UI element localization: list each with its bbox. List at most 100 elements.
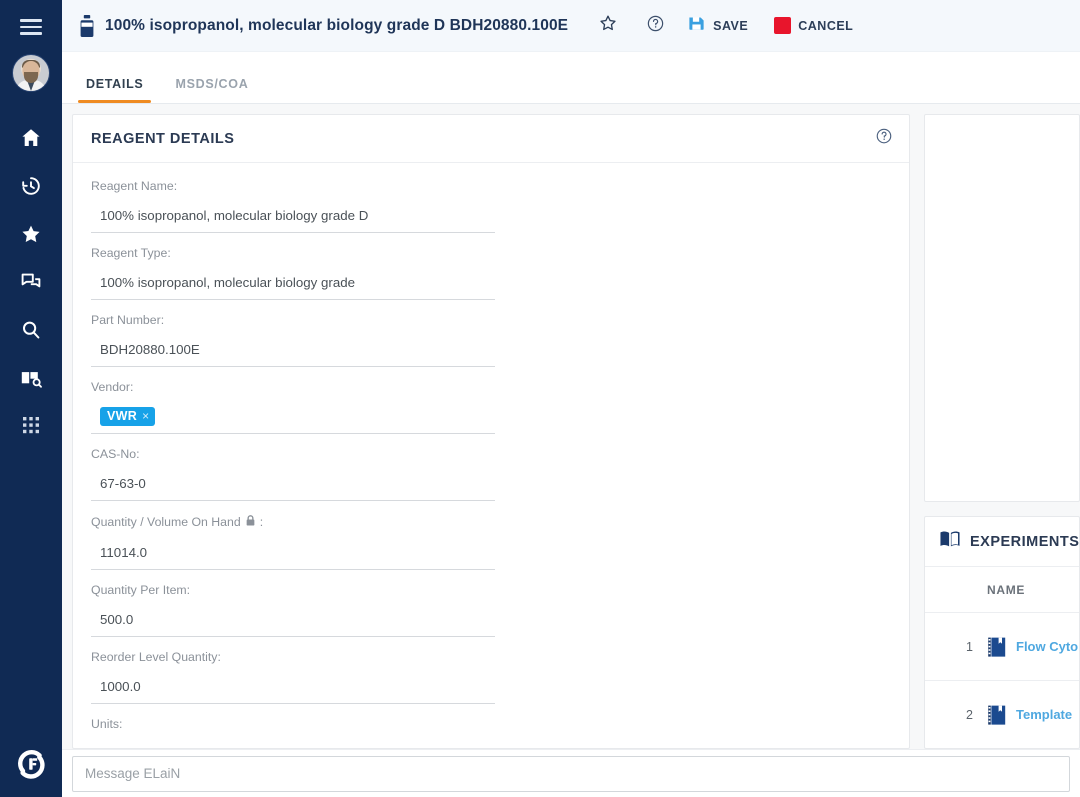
favorite-star-button[interactable] [598,13,618,38]
field-reorder-level: Reorder Level Quantity: 1000.0 [91,650,495,704]
field-label: Part Number: [91,313,495,327]
field-label: Reagent Name: [91,179,495,193]
app-logo[interactable] [8,743,54,789]
sidebar-item-search[interactable] [8,306,54,354]
experiments-table: NAME 1 [925,567,1079,749]
message-input[interactable] [72,756,1070,792]
notebook-icon [987,636,1007,658]
field-part-number: Part Number: BDH20880.100E [91,313,495,367]
reagent-details-title: REAGENT DETAILS [91,131,234,147]
menu-bar-3 [20,32,42,35]
content-area: REAGENT DETAILS Reagent Name: [62,104,1080,749]
field-quantity-per-item: Quantity Per Item: 500.0 [91,583,495,637]
field-vendor: Vendor: VWR × [91,380,495,434]
field-label-suffix: : [260,515,263,529]
top-bar: 100% isopropanol, molecular biology grad… [62,0,1080,52]
column-name: NAME [987,583,1025,597]
history-icon [19,174,43,198]
right-column: EXPERIMENTS NAME 1 [924,114,1080,749]
field-label: Reorder Level Quantity: [91,650,495,664]
reorder-level-input[interactable]: 1000.0 [91,670,495,704]
forum-icon [19,270,43,294]
reagent-form: Reagent Name: 100% isopropanol, molecula… [73,163,909,749]
home-icon [19,126,43,150]
vendor-chip[interactable]: VWR × [100,407,155,426]
sidebar-item-favorites[interactable] [8,210,54,258]
field-label: Units: [91,717,495,731]
star-outline-icon [598,13,618,38]
cancel-label: CANCEL [798,19,853,33]
notebook-icon [987,704,1007,726]
field-value: BDH20880.100E [100,342,200,357]
quantity-per-item-input[interactable]: 500.0 [91,603,495,637]
vendor-input[interactable]: VWR × [91,400,495,434]
elain-logo-icon [14,747,48,786]
experiment-link[interactable]: Template [1016,707,1072,722]
table-row[interactable]: 1 [925,613,1079,681]
field-label: Vendor: [91,380,495,394]
rail-nav [8,114,54,450]
cancel-square-icon [774,17,791,34]
open-book-icon [939,530,961,553]
avatar[interactable] [12,54,50,92]
reagent-name-input[interactable]: 100% isopropanol, molecular biology grad… [91,199,495,233]
field-value: 1000.0 [100,679,141,694]
lock-icon [245,514,256,530]
field-label: Reagent Type: [91,246,495,260]
topbar-help-button[interactable] [646,14,665,38]
page-title: 100% isopropanol, molecular biology grad… [105,17,568,35]
help-circle-icon [646,14,665,38]
app-root: 100% isopropanol, molecular biology grad… [0,0,1080,797]
save-label: SAVE [713,19,748,33]
menu-icon[interactable] [14,12,48,42]
tab-details[interactable]: DETAILS [70,77,159,103]
star-icon [19,222,43,246]
sidebar-item-messages[interactable] [8,258,54,306]
tab-bar: DETAILS MSDS/COA [62,52,1080,104]
vendor-chip-label: VWR [107,409,137,423]
field-reagent-type: Reagent Type: 100% isopropanol, molecula… [91,246,495,300]
cancel-button[interactable]: CANCEL [774,17,853,34]
table-row[interactable]: 2 [925,681,1079,749]
experiments-title: EXPERIMENTS [970,534,1079,550]
message-bar [62,749,1080,797]
vendor-chip-remove-icon[interactable]: × [142,410,149,422]
save-button[interactable]: SAVE [687,14,748,38]
field-units: Units: mL [91,717,495,749]
field-value: 67-63-0 [100,476,146,491]
units-input[interactable]: mL [91,737,495,749]
reagent-type-input[interactable]: 100% isopropanol, molecular biology grad… [91,266,495,300]
field-label: Quantity Per Item: [91,583,495,597]
field-cas-no: CAS-No: 67-63-0 [91,447,495,501]
menu-bar-1 [20,19,42,22]
help-circle-icon [875,127,893,150]
reagent-bottle-icon [78,14,96,38]
part-number-input[interactable]: BDH20880.100E [91,333,495,367]
card-help-button[interactable] [875,127,893,150]
experiments-panel: EXPERIMENTS NAME 1 [924,516,1080,749]
quantity-on-hand-input[interactable]: 11014.0 [91,536,495,570]
row-index: 2 [925,708,987,722]
row-index: 1 [925,640,987,654]
sidebar-item-catalog-search[interactable] [8,354,54,402]
field-quantity-on-hand: Quantity / Volume On Hand : 11014.0 [91,514,495,570]
experiment-link[interactable]: Flow Cyto [1016,639,1078,654]
side-panel-card [924,114,1080,502]
field-label-text: Quantity / Volume On Hand [91,515,241,529]
sidebar-item-apps[interactable] [8,402,54,450]
book-search-icon [19,366,43,390]
experiments-header: EXPERIMENTS [925,517,1079,567]
cas-no-input[interactable]: 67-63-0 [91,467,495,501]
left-rail [0,0,62,797]
sidebar-item-history[interactable] [8,162,54,210]
field-value: 100% isopropanol, molecular biology grad… [100,275,355,290]
menu-bar-2 [20,26,42,29]
reagent-details-header: REAGENT DETAILS [73,115,909,163]
apps-grid-icon [22,416,40,436]
save-disk-icon [687,14,706,38]
field-reagent-name: Reagent Name: 100% isopropanol, molecula… [91,179,495,233]
tab-msds-coa[interactable]: MSDS/COA [159,77,264,103]
field-value: 11014.0 [100,545,147,560]
experiments-table-header: NAME [925,567,1079,613]
sidebar-item-home[interactable] [8,114,54,162]
